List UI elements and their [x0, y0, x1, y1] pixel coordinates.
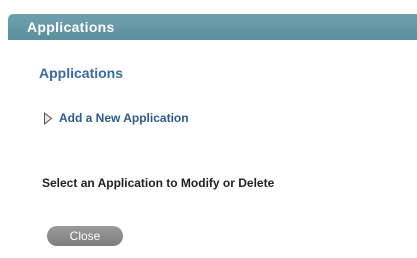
panel-header-title: Applications [27, 19, 115, 35]
applications-panel: Applications Applications Add a New Appl… [0, 0, 417, 258]
add-new-application-link[interactable]: Add a New Application [43, 110, 189, 126]
triangle-right-icon [44, 111, 53, 125]
panel-header-bar: Applications [8, 14, 417, 40]
close-button[interactable]: Close [47, 226, 123, 246]
add-new-application-label[interactable]: Add a New Application [59, 111, 189, 125]
section-title: Applications [39, 65, 124, 81]
select-application-instruction: Select an Application to Modify or Delet… [42, 176, 275, 190]
